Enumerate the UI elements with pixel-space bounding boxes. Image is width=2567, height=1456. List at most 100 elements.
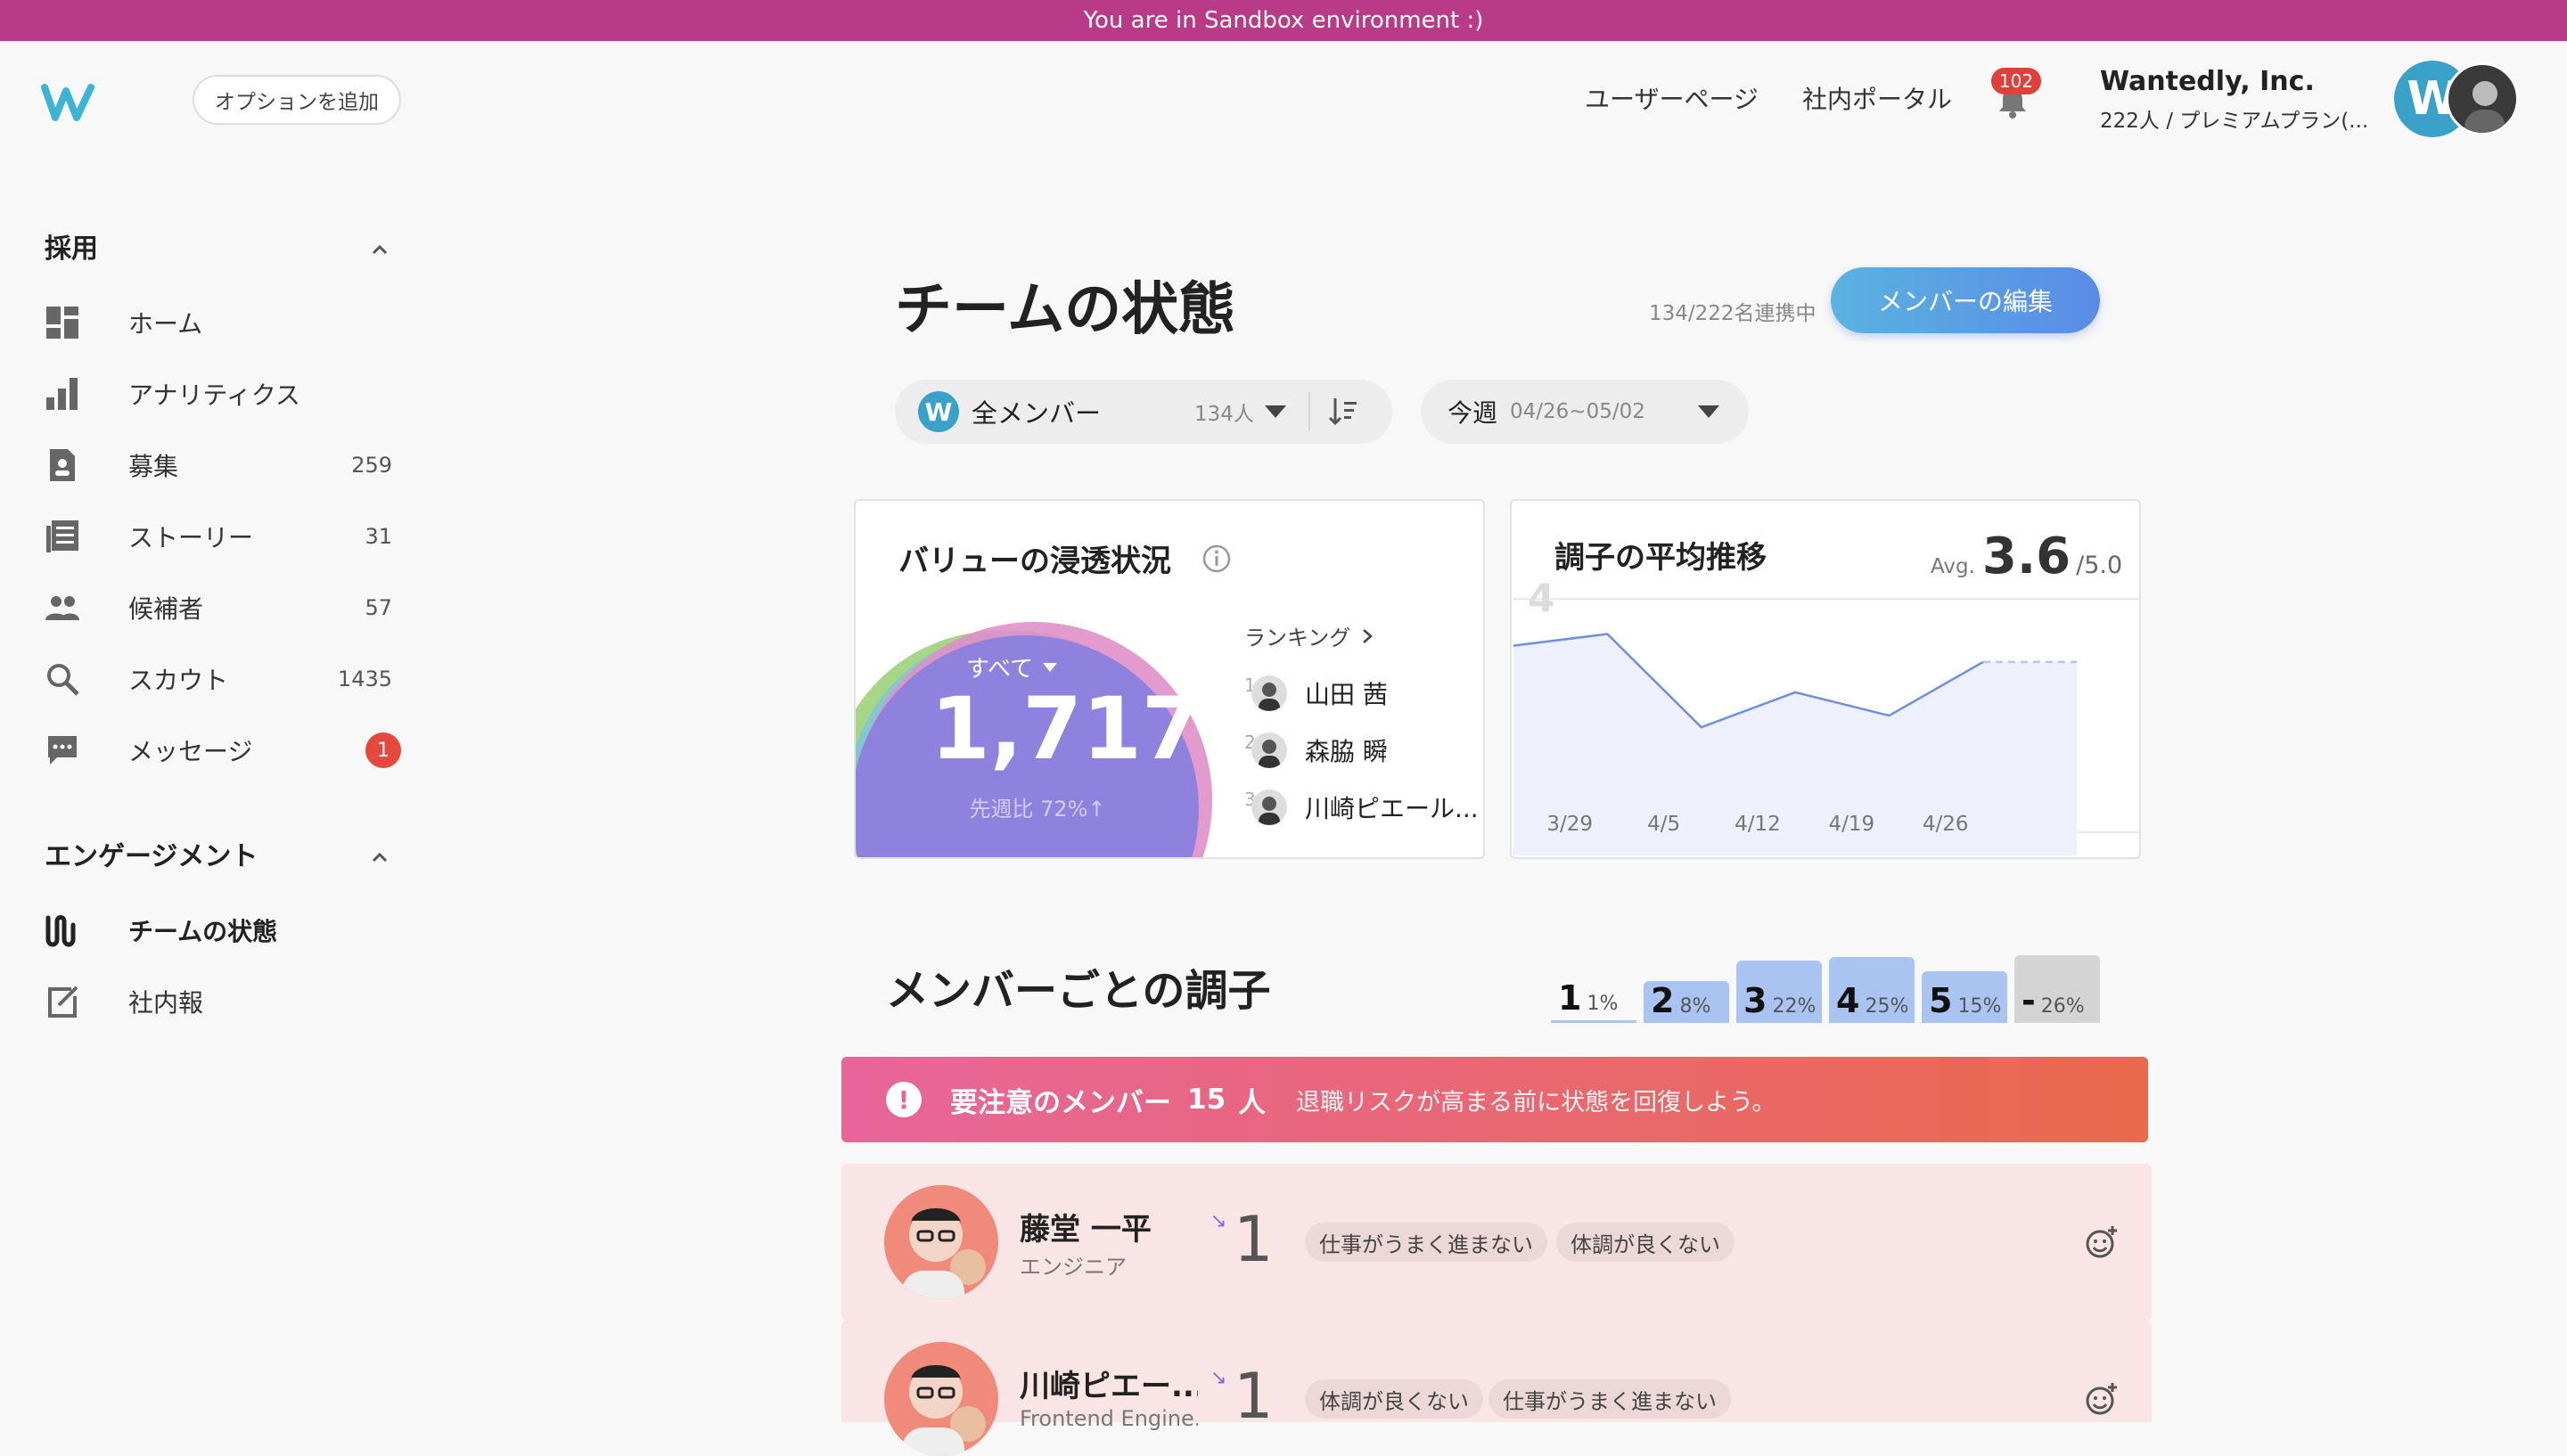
smile-add-icon[interactable] (2084, 1381, 2120, 1417)
x-tick-label: 4/19 (1829, 813, 1875, 836)
segment-score: 3 (1743, 981, 1767, 1020)
alert-unit: 人 (1238, 1086, 1267, 1119)
series-area (1513, 634, 2078, 855)
ranking-item[interactable]: 3 川崎ピエール... (1244, 779, 1483, 836)
rank-number: 2 (1244, 732, 1256, 753)
sidebar-item-count: 1435 (337, 667, 392, 691)
segment-percent: 22% (1772, 995, 1817, 1018)
story-icon (46, 520, 78, 552)
values-total: 1,717 (931, 679, 1201, 779)
sidebar-item-scout[interactable]: スカウト 1435 (45, 652, 401, 706)
caret-down-icon[interactable] (1264, 405, 1287, 419)
alert-message: 退職リスクが高まる前に状態を回復しよう。 (1296, 1088, 1776, 1117)
portal-link[interactable]: 社内ポータル (1802, 80, 1952, 116)
x-tick-label: 4/5 (1647, 813, 1680, 836)
members-title: メンバーごとの調子 (886, 966, 1271, 1016)
sidebar-item-stories[interactable]: ストーリー 31 (45, 510, 401, 563)
rank-number: 1 (1244, 675, 1256, 696)
sidebar-item-candidates[interactable]: 候補者 57 (45, 581, 401, 634)
group-avatar: W (918, 391, 959, 432)
engagement-heading: エンゲージメント (45, 841, 258, 872)
user-page-link[interactable]: ユーザーページ (1585, 80, 1759, 116)
sidebar-item-home[interactable]: ホーム (45, 296, 401, 349)
ranking-name: 川崎ピエール... (1305, 794, 1479, 823)
alert-banner[interactable]: ! 要注意のメンバー 15 人 退職リスクが高まる前に状態を回復しよう。 (841, 1057, 2148, 1142)
caret-down-icon[interactable] (1697, 405, 1720, 419)
x-tick-label: 4/12 (1735, 813, 1781, 836)
distribution-segment[interactable]: 5 15% (1922, 970, 2007, 1023)
message-badge: 1 (365, 732, 401, 768)
ranking-item[interactable]: 1 山田 茜 (1244, 665, 1483, 722)
alert-icon: ! (886, 1082, 922, 1117)
ranking-name: 森脇 瞬 (1305, 737, 1388, 766)
sidebar-item-label: 候補者 (128, 594, 204, 624)
edit-members-button[interactable]: メンバーの編集 (1831, 267, 2100, 333)
alert-title: 要注意のメンバー (950, 1086, 1171, 1119)
sort-icon[interactable] (1328, 397, 1358, 427)
member-role: Frontend Engine... (1020, 1406, 1198, 1431)
distribution-segment[interactable]: 3 22% (1736, 961, 1822, 1023)
pulse-icon (45, 915, 76, 947)
plan-info: 222人 / プレミアムプラン(... (2100, 110, 2369, 133)
distribution-segment[interactable]: -26% (2014, 955, 2100, 1023)
member-card[interactable]: 川崎ピエー... Frontend Engine... ↘ 1 体調が良くない … (841, 1321, 2152, 1456)
trend-chart: 433/294/54/124/194/26 (1513, 576, 2139, 855)
member-tag: 仕事がうまく進まない (1305, 1223, 1547, 1262)
x-tick-label: 3/29 (1546, 813, 1593, 836)
member-card[interactable]: 藤堂 一平 エンジニア ↘ 1 仕事がうまく進まない 体調が良くない (841, 1164, 2152, 1321)
distribution-segment[interactable]: 2 8% (1644, 981, 1729, 1023)
score-distribution: 1 1% 2 8% 3 22% 4 25% 5 15% -26% (1551, 945, 2100, 1023)
ranking-avatar (1251, 732, 1287, 768)
ranking-avatar (1251, 675, 1287, 711)
sandbox-banner: You are in Sandbox environment :) (0, 0, 2567, 41)
sidebar-item-jobs[interactable]: 募集 259 (45, 438, 401, 492)
company-name[interactable]: Wantedly, Inc. (2100, 66, 2315, 97)
ranking-link[interactable]: ランキング (1244, 620, 1374, 651)
values-card: バリューの浸透状況 すべて 1,717 先週比 72%↑ ランキング 1 山田 … (854, 499, 1485, 859)
wantedly-logo[interactable] (41, 82, 96, 123)
period-selector[interactable]: 今週 04/26~05/02 (1421, 380, 1749, 444)
recruit-heading: 採用 (45, 233, 98, 265)
group-name: 全メンバー (972, 398, 1102, 429)
sidebar-item-messages[interactable]: メッセージ 1 (45, 724, 401, 777)
chevron-right-icon (1363, 628, 1374, 643)
member-avatar (884, 1342, 998, 1456)
chevron-up-icon[interactable] (369, 239, 390, 260)
segment-percent: 8% (1679, 995, 1711, 1018)
job-post-icon (50, 449, 75, 481)
dashboard-icon (46, 307, 78, 339)
segment-score: 4 (1836, 981, 1860, 1020)
ranking-item[interactable]: 2 森脇 瞬 (1244, 722, 1483, 779)
ranking-name: 山田 茜 (1305, 680, 1388, 709)
member-name: 川崎ピエー... (1020, 1369, 1198, 1404)
chevron-up-icon[interactable] (369, 847, 390, 868)
smile-add-icon[interactable] (2084, 1224, 2120, 1260)
people-icon (45, 596, 79, 620)
down-arrow-icon: ↘ (1210, 1210, 1227, 1232)
sidebar-item-count: 57 (365, 595, 392, 620)
member-filter[interactable]: W 全メンバー 134人 (895, 380, 1392, 444)
info-icon[interactable] (1201, 544, 1232, 574)
member-avatar (884, 1185, 998, 1299)
distribution-segment[interactable]: 4 25% (1829, 956, 1915, 1023)
add-option-button[interactable]: オプションを追加 (193, 75, 401, 125)
notification-badge: 102 (1991, 68, 2041, 94)
bar-chart-icon (46, 378, 78, 410)
x-tick-label: 4/26 (1923, 813, 1969, 836)
sidebar-item-count: 31 (365, 524, 392, 549)
sidebar-item-analytics[interactable]: アナリティクス (45, 367, 401, 421)
caret-down-icon (1043, 662, 1058, 672)
sidebar-item-team-status[interactable]: チームの状態 (45, 904, 401, 957)
y-tick-label: 4 (1528, 576, 1555, 621)
sidebar-item-label: メッセージ (128, 737, 253, 766)
segment-percent: 1% (1587, 993, 1619, 1015)
segment-percent: 25% (1865, 995, 1909, 1018)
page-title: チームの状態 (895, 277, 1236, 343)
period-label: 今週 (1448, 398, 1498, 428)
user-avatar[interactable] (2446, 62, 2519, 135)
segment-score: 1 (1558, 978, 1582, 1018)
ranking-label: ランキング (1244, 626, 1351, 650)
values-delta: 先週比 72%↑ (969, 797, 1106, 822)
distribution-segment[interactable]: 1 1% (1551, 975, 1636, 1023)
sidebar-item-newsletter[interactable]: 社内報 (45, 975, 401, 1028)
